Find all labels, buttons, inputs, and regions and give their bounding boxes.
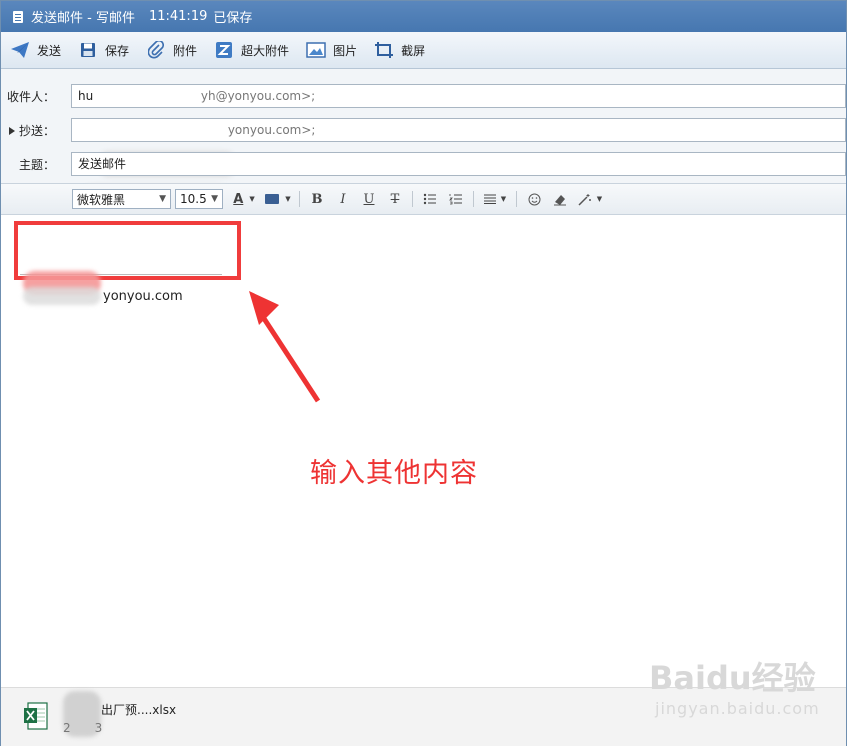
chevron-down-icon: ▼ bbox=[596, 195, 603, 203]
cc-value-suffix: yonyou.com>; bbox=[227, 123, 316, 137]
paper-plane-icon bbox=[9, 40, 31, 60]
picture-icon bbox=[305, 40, 327, 60]
window-title: 发送邮件 - 写邮件 bbox=[31, 11, 135, 26]
numbered-list-icon bbox=[449, 194, 462, 205]
format-toolbar: 微软雅黑 ▼ 10.5 ▼ A ▼ ▼ B I U T ▼ ▼ bbox=[1, 184, 846, 215]
subject-field[interactable]: 发送邮件 bbox=[71, 152, 846, 176]
screenshot-label: 截屏 bbox=[401, 43, 426, 58]
font-size-select[interactable]: 10.5 ▼ bbox=[175, 189, 223, 209]
italic-icon: I bbox=[340, 191, 346, 207]
bullet-list-icon bbox=[423, 193, 436, 205]
italic-button[interactable]: I bbox=[330, 188, 356, 210]
image-button[interactable]: 图片 bbox=[297, 36, 365, 64]
signature-email: yonyou.com bbox=[25, 289, 183, 304]
text-color-button[interactable]: A ▼ bbox=[227, 188, 261, 210]
smiley-icon bbox=[528, 193, 540, 205]
text-color-icon: A bbox=[233, 191, 244, 207]
signature-email-text: yonyou.com bbox=[103, 289, 183, 304]
large-file-icon bbox=[213, 40, 235, 60]
to-row: 收件人： hu yh@yonyou.com>; bbox=[1, 83, 846, 109]
separator bbox=[516, 191, 517, 207]
magic-wand-icon bbox=[578, 193, 591, 206]
strikethrough-icon: T bbox=[390, 191, 400, 207]
attachment-size: 23 bbox=[63, 721, 102, 735]
underline-icon: U bbox=[363, 191, 375, 207]
bold-button[interactable]: B bbox=[304, 188, 330, 210]
separator bbox=[412, 191, 413, 207]
font-family-select[interactable]: 微软雅黑 ▼ bbox=[72, 189, 171, 209]
to-value-suffix: yh@yonyou.com>; bbox=[200, 89, 316, 103]
excel-file-icon[interactable] bbox=[23, 701, 49, 731]
save-status: 已保存 bbox=[213, 11, 253, 26]
baidu-watermark: Baidu经验 jingyan.baidu.com bbox=[649, 653, 820, 718]
main-toolbar: 发送 保存 附件 超大附件 图片 截屏 bbox=[1, 32, 846, 69]
image-label: 图片 bbox=[333, 43, 358, 58]
cc-row: 抄送： yonyou.com>; bbox=[1, 117, 846, 143]
watermark-url: jingyan.baidu.com bbox=[655, 699, 820, 718]
document-icon bbox=[13, 10, 23, 23]
strikethrough-button[interactable]: T bbox=[382, 188, 408, 210]
separator bbox=[473, 191, 474, 207]
chevron-down-icon: ▼ bbox=[249, 195, 255, 203]
subject-row: 主题： 发送邮件 bbox=[1, 151, 846, 177]
paperclip-icon bbox=[145, 40, 167, 60]
magic-wand-button[interactable]: ▼ bbox=[573, 188, 607, 210]
highlight-color-button[interactable]: ▼ bbox=[261, 188, 295, 210]
separator bbox=[299, 191, 300, 207]
cc-label-wrap[interactable]: 抄送： bbox=[1, 122, 63, 139]
eraser-icon bbox=[554, 194, 566, 205]
chevron-down-icon: ▼ bbox=[211, 194, 218, 204]
expand-triangle-icon bbox=[8, 126, 15, 135]
bold-icon: B bbox=[311, 191, 323, 207]
save-label: 保存 bbox=[105, 43, 130, 58]
crop-icon bbox=[373, 40, 395, 60]
big-attach-button[interactable]: 超大附件 bbox=[205, 36, 297, 64]
attach-label: 附件 bbox=[173, 43, 198, 58]
attachment-name[interactable]: 出厂预....xlsx bbox=[63, 701, 176, 718]
align-icon bbox=[483, 194, 496, 204]
chevron-down-icon: ▼ bbox=[285, 195, 291, 203]
subject-label: 主题： bbox=[18, 157, 55, 172]
chevron-down-icon: ▼ bbox=[500, 195, 507, 203]
clear-format-button[interactable] bbox=[547, 188, 573, 210]
cc-label: 抄送： bbox=[18, 123, 55, 138]
header-fields: 收件人： hu yh@yonyou.com>; 抄送： yonyou.com>;… bbox=[1, 69, 846, 211]
save-button[interactable]: 保存 bbox=[69, 36, 137, 64]
save-time: 11:41:19 bbox=[148, 9, 208, 24]
to-label: 收件人： bbox=[6, 89, 55, 104]
emoji-button[interactable] bbox=[521, 188, 547, 210]
big-attach-label: 超大附件 bbox=[241, 43, 290, 58]
annotation-text: 输入其他内容 bbox=[310, 458, 478, 489]
send-button[interactable]: 发送 bbox=[1, 36, 69, 64]
chevron-down-icon: ▼ bbox=[159, 194, 166, 204]
attachment-size-prefix: 2 bbox=[63, 721, 71, 735]
attachment-size-suffix: 3 bbox=[94, 721, 103, 735]
watermark-brand: Baidu经验 bbox=[649, 659, 816, 697]
send-label: 发送 bbox=[37, 43, 62, 58]
title-bar: 发送邮件 - 写邮件 11:41:19 已保存 bbox=[1, 1, 846, 32]
cc-field[interactable]: yonyou.com>; bbox=[71, 118, 846, 142]
numbered-list-button[interactable] bbox=[443, 188, 469, 210]
highlight-icon bbox=[265, 194, 280, 204]
attach-button[interactable]: 附件 bbox=[137, 36, 205, 64]
bullet-list-button[interactable] bbox=[417, 188, 443, 210]
font-family-value: 微软雅黑 bbox=[77, 192, 126, 207]
font-size-value: 10.5 bbox=[180, 192, 207, 206]
floppy-disk-icon bbox=[77, 40, 99, 60]
screenshot-button[interactable]: 截屏 bbox=[365, 36, 433, 64]
annotation-arrow bbox=[249, 291, 321, 403]
to-value-prefix: hu bbox=[78, 89, 94, 103]
to-field[interactable]: hu yh@yonyou.com>; bbox=[71, 84, 846, 108]
compose-window: 发送邮件 - 写邮件 11:41:19 已保存 发送 保存 附件 超大附件 图片… bbox=[0, 0, 847, 746]
align-button[interactable]: ▼ bbox=[478, 188, 512, 210]
attachment-name-text: 出厂预....xlsx bbox=[101, 703, 177, 717]
underline-button[interactable]: U bbox=[356, 188, 382, 210]
